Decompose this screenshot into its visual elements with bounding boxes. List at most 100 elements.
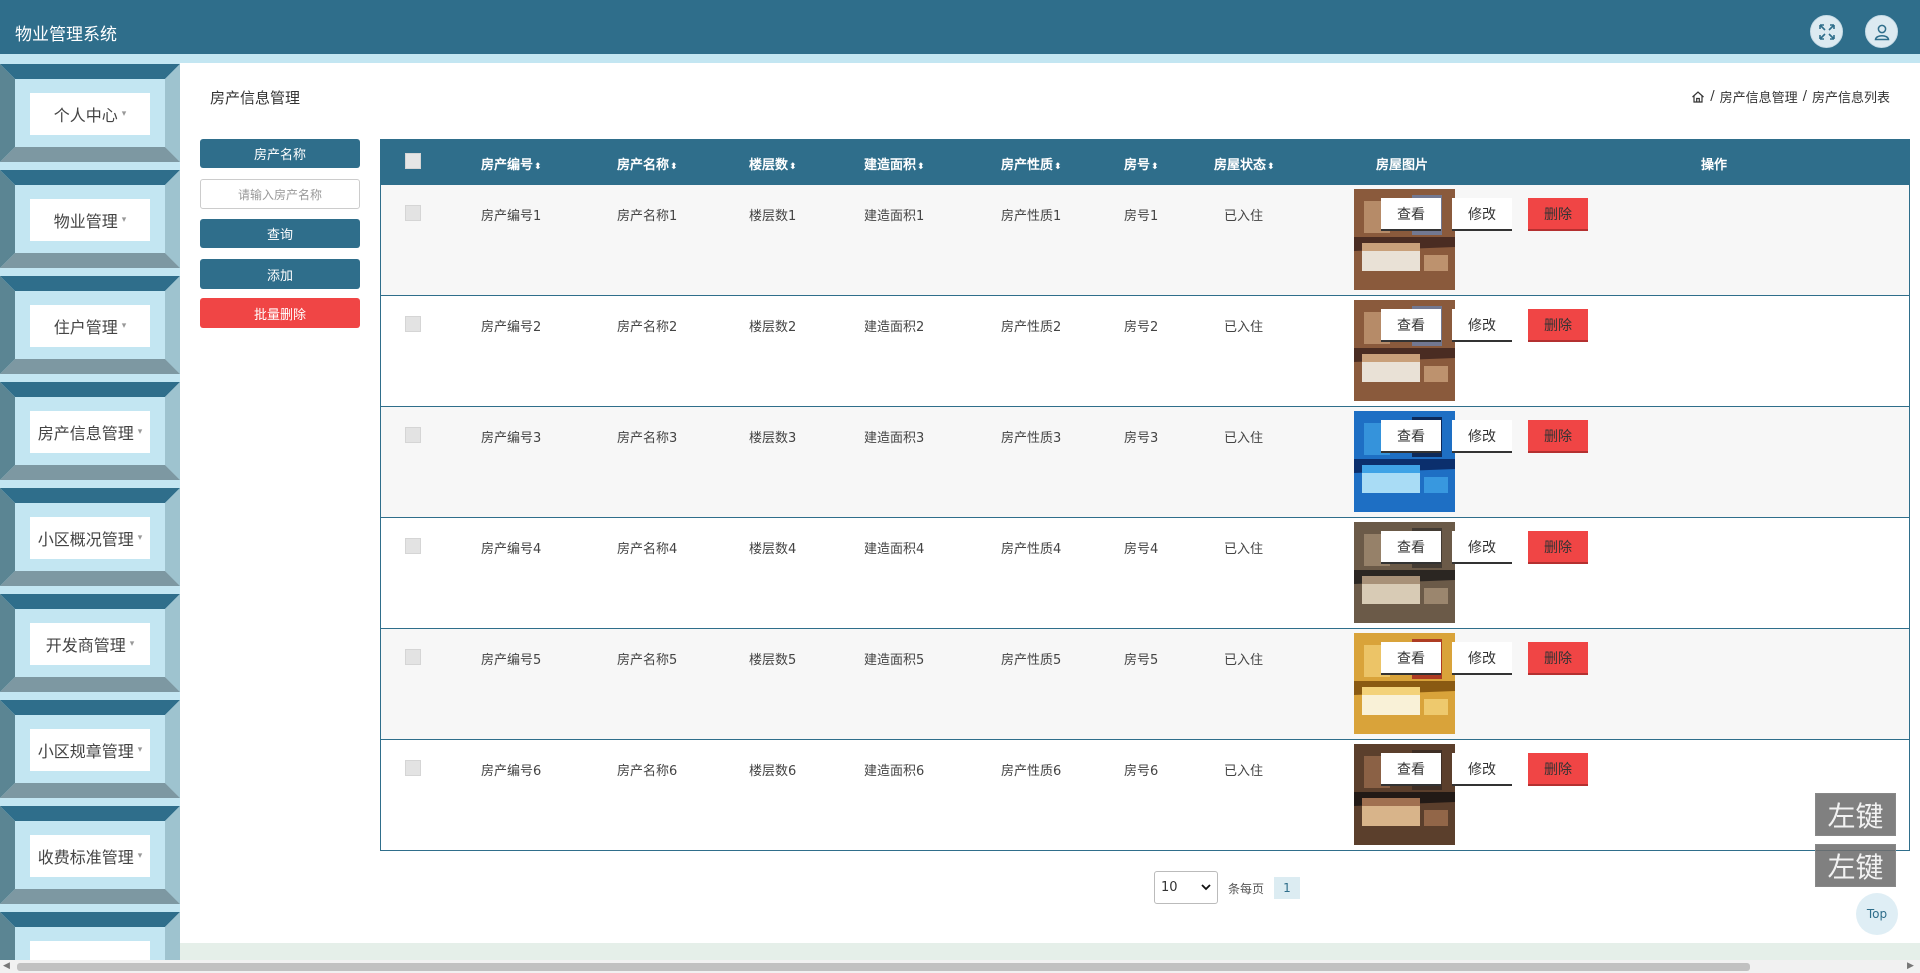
- page-size-select[interactable]: 10: [1154, 871, 1218, 904]
- edit-button[interactable]: 修改: [1452, 420, 1512, 453]
- sidebar-item-label-box: 小区规章管理 ▾: [30, 729, 150, 771]
- cell-room: 房号5: [1124, 653, 1159, 668]
- view-button[interactable]: 查看: [1381, 642, 1441, 675]
- delete-button[interactable]: 删除: [1528, 309, 1588, 342]
- view-button[interactable]: 查看: [1381, 309, 1441, 342]
- breadcrumb-item-section[interactable]: 房产信息管理: [1720, 87, 1798, 106]
- add-button[interactable]: 添加: [200, 259, 360, 289]
- column-header[interactable]: 房产性质⬍: [1001, 154, 1062, 173]
- view-button[interactable]: 查看: [1381, 531, 1441, 564]
- row-checkbox[interactable]: [405, 316, 421, 332]
- sidebar-item[interactable]: 个人中心 ▾: [0, 64, 180, 162]
- cell-name: 房产名称2: [617, 320, 678, 335]
- column-header-label: 楼层数: [749, 158, 789, 173]
- table-row: 房产编号3 房产名称3 楼层数3 建造面积3 房产性质3 房号3 已入住 查看 修改 删除: [381, 406, 1909, 517]
- sort-icon[interactable]: ⬍: [1267, 162, 1275, 172]
- edit-button[interactable]: 修改: [1452, 642, 1512, 675]
- cell-nature: 房产性质6: [1001, 764, 1062, 779]
- sort-icon[interactable]: ⬍: [1151, 162, 1159, 172]
- cell-code: 房产编号1: [481, 209, 542, 224]
- breadcrumb-item-current: 房产信息列表: [1811, 91, 1890, 106]
- scroll-right-icon[interactable]: ▶: [1907, 961, 1914, 971]
- delete-button[interactable]: 删除: [1528, 753, 1588, 786]
- top-bar: 物业管理系统: [0, 0, 1920, 54]
- user-button[interactable]: [1865, 15, 1898, 48]
- cell-floors: 楼层数5: [749, 653, 797, 668]
- edit-button[interactable]: 修改: [1452, 531, 1512, 564]
- column-header-label: 房产性质: [1001, 158, 1054, 173]
- sidebar-item[interactable]: 物业管理 ▾: [0, 170, 180, 268]
- sidebar-item-label-box: 小区概况管理 ▾: [30, 517, 150, 559]
- column-header[interactable]: 房号⬍: [1124, 154, 1159, 173]
- breadcrumb: / 房产信息管理 / 房产信息列表: [1691, 87, 1890, 106]
- scrollbar-thumb[interactable]: [17, 963, 1750, 971]
- sort-icon[interactable]: ⬍: [1054, 162, 1062, 172]
- select-all-checkbox[interactable]: [405, 153, 421, 169]
- sidebar: 个人中心 ▾ 物业管理 ▾ 住户管理 ▾ 房产信息管理 ▾ 小区概况管理 ▾ 开发商管理 ▾ 小区规章管…: [0, 63, 180, 960]
- sidebar-item[interactable]: 收费标准管理 ▾: [0, 806, 180, 904]
- sort-icon[interactable]: ⬍: [534, 162, 542, 172]
- column-header[interactable]: 房产编号⬍: [481, 154, 542, 173]
- sidebar-item[interactable]: 小区规章管理 ▾: [0, 700, 180, 798]
- fullscreen-button[interactable]: [1810, 15, 1843, 48]
- sidebar-item[interactable]: [0, 912, 180, 960]
- column-header[interactable]: 建造面积⬍: [864, 154, 925, 173]
- sidebar-item-label-box: 开发商管理 ▾: [30, 623, 150, 665]
- column-header[interactable]: 房产名称⬍: [617, 154, 678, 173]
- sidebar-item[interactable]: 住户管理 ▾: [0, 276, 180, 374]
- sidebar-item-label: 开发商管理: [45, 636, 126, 655]
- row-checkbox[interactable]: [405, 205, 421, 221]
- column-header-label: 房屋图片: [1376, 158, 1429, 173]
- sidebar-item-label: 小区概况管理: [37, 530, 134, 549]
- view-button[interactable]: 查看: [1381, 198, 1441, 231]
- view-button[interactable]: 查看: [1381, 420, 1441, 453]
- cell-floors: 楼层数3: [749, 431, 797, 446]
- sidebar-item[interactable]: 小区概况管理 ▾: [0, 488, 180, 586]
- batch-delete-button[interactable]: 批量删除: [200, 298, 360, 328]
- cell-room: 房号1: [1124, 209, 1159, 224]
- sort-icon[interactable]: ⬍: [670, 162, 678, 172]
- sidebar-item-label-box: 物业管理 ▾: [30, 199, 150, 241]
- delete-button[interactable]: 删除: [1528, 420, 1588, 453]
- column-header-label: 房产名称: [617, 158, 670, 173]
- cell-code: 房产编号4: [481, 542, 542, 557]
- table-row: 房产编号4 房产名称4 楼层数4 建造面积4 房产性质4 房号4 已入住 查看 修改 删除: [381, 517, 1909, 628]
- row-checkbox[interactable]: [405, 538, 421, 554]
- horizontal-scrollbar[interactable]: ◀ ▶: [0, 960, 1920, 973]
- home-icon[interactable]: [1691, 90, 1705, 104]
- sidebar-item-label-box: 收费标准管理 ▾: [30, 835, 150, 877]
- edit-button[interactable]: 修改: [1452, 198, 1512, 231]
- caret-down-icon: ▾: [121, 109, 127, 119]
- row-checkbox[interactable]: [405, 760, 421, 776]
- sort-icon[interactable]: ⬍: [789, 162, 797, 172]
- sort-icon[interactable]: ⬍: [917, 162, 925, 172]
- sidebar-item[interactable]: 房产信息管理 ▾: [0, 382, 180, 480]
- search-input[interactable]: 请输入房产名称: [200, 179, 360, 209]
- edit-button[interactable]: 修改: [1452, 753, 1512, 786]
- column-header[interactable]: 房屋状态⬍: [1214, 154, 1275, 173]
- cell-room: 房号4: [1124, 542, 1159, 557]
- row-checkbox[interactable]: [405, 649, 421, 665]
- edit-button[interactable]: 修改: [1452, 309, 1512, 342]
- cell-area: 建造面积3: [864, 431, 925, 446]
- column-header-label: 操作: [1701, 158, 1728, 173]
- scroll-left-icon[interactable]: ◀: [3, 961, 10, 971]
- cell-floors: 楼层数4: [749, 542, 797, 557]
- cell-status: 已入住: [1224, 653, 1264, 668]
- back-to-top-button[interactable]: Top: [1856, 893, 1898, 935]
- page-number-button[interactable]: 1: [1274, 877, 1300, 899]
- per-page-label: 条每页: [1228, 882, 1265, 896]
- caret-down-icon: ▾: [121, 215, 127, 225]
- column-header[interactable]: 楼层数⬍: [749, 154, 797, 173]
- delete-button[interactable]: 删除: [1528, 198, 1588, 231]
- sidebar-item[interactable]: 开发商管理 ▾: [0, 594, 180, 692]
- cell-floors: 楼层数6: [749, 764, 797, 779]
- query-button[interactable]: 查询: [200, 219, 360, 248]
- view-button[interactable]: 查看: [1381, 753, 1441, 786]
- caret-down-icon: ▾: [137, 745, 143, 755]
- breadcrumb-separator: /: [1802, 89, 1807, 104]
- delete-button[interactable]: 删除: [1528, 531, 1588, 564]
- row-checkbox[interactable]: [405, 427, 421, 443]
- app-title: 物业管理系统: [15, 25, 117, 45]
- delete-button[interactable]: 删除: [1528, 642, 1588, 675]
